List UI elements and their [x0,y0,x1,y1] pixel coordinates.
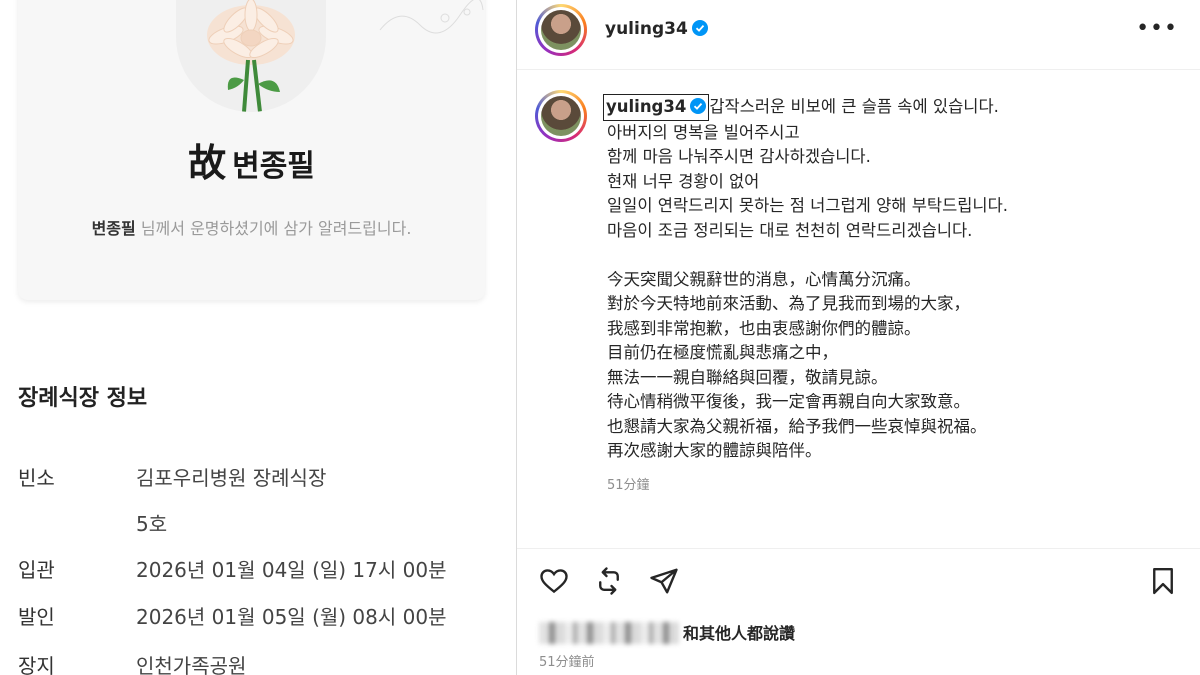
caption-line: 無法一一親自聯絡與回覆，敬請見諒。 [607,367,888,387]
deceased-name-text: 변종필 [232,149,315,184]
info-value: 인천가족공원 [136,654,247,675]
caption-avatar[interactable] [535,90,587,142]
avatar[interactable] [535,4,587,56]
caption-line: 我感到非常抱歉，也由衷感謝你們的體諒。 [607,318,921,338]
blurred-likers [539,622,679,644]
repost-icon[interactable] [594,566,624,596]
funeral-info-title: 장례식장 정보 [18,386,148,411]
obituary-page: 故 변종필 변종필 님께서 운명하셨기에 삼가 알려드립니다. 장례식장 정보 빈… [0,0,516,675]
caption-line: 也懇請大家為父親祈福，給予我們一些哀悼與祝福。 [607,416,987,436]
caption-line: 再次感謝大家的體諒與陪伴。 [607,441,822,460]
more-options-button[interactable]: ••• [1136,16,1178,41]
obituary-card: 故 변종필 변종필 님께서 운명하셨기에 삼가 알려드립니다. [18,0,485,300]
info-label: 발인 [18,605,55,629]
username-text[interactable]: yuling34 [605,19,688,39]
caption-line: 일일이 연락드리지 못하는 점 너그럽게 양해 부탁드립니다. [607,196,1009,215]
caption-line: 對於今天特地前來活動、為了見我而到場的大家， [607,294,970,313]
post-header: yuling34 ••• [517,0,1200,70]
verified-badge-icon [690,98,707,114]
likes-summary[interactable]: 和其他人都說讚 [539,620,795,644]
likes-text[interactable]: 和其他人都說讚 [683,624,795,643]
caption-line: 현재 너무 경황이 없어 [607,171,760,191]
instagram-post: yuling34 ••• yuling34 갑작스러운 비보에 큰 슬픔 속에 있… [516,0,1200,675]
info-label: 장지 [18,654,55,675]
info-value: 김포우리병원 장례식장 [136,466,327,490]
caption-line: 마음이 조금 정리되는 대로 천천히 연락드리겠습니다. [607,220,973,240]
info-value: 5호 [136,512,168,536]
caption-username[interactable]: yuling34 [603,94,710,121]
share-icon[interactable] [649,566,679,596]
post-author[interactable]: yuling34 [605,19,708,39]
info-label: 입관 [18,558,55,582]
obituary-notice: 변종필 님께서 운명하셨기에 삼가 알려드립니다. [18,215,485,239]
notice-name: 변종필 [91,219,136,238]
caption-text: 갑작스러운 비보에 큰 슬픔 속에 있습니다. [709,97,999,116]
caption-first-line: yuling34 갑작스러운 비보에 큰 슬픔 속에 있습니다. [603,94,1187,121]
verified-badge-icon [691,20,708,36]
post-caption: yuling34 갑작스러운 비보에 큰 슬픔 속에 있습니다. 아버지의 명복을… [603,94,1187,464]
info-label: 빈소 [18,466,55,490]
caption-line: 待心情稍微平復後，我一定會再親自向大家致意。 [607,392,970,411]
action-bar [517,548,1200,610]
deceased-name: 故 변종필 [18,132,485,187]
info-value: 2026년 01월 05일 (월) 08시 00분 [136,605,447,629]
info-value: 2026년 01월 04일 (일) 17시 00분 [136,558,447,582]
notice-text: 님께서 운명하셨기에 삼가 알려드립니다. [135,219,412,238]
deceased-hanja: 故 [188,140,227,185]
caption-line: 함께 마음 나눠주시면 감사하겠습니다. [607,147,871,166]
caption-line: 目前仍在極度慌亂與悲痛之中， [607,343,838,362]
caption-line: 아버지의 명복을 빌어주시고 [607,122,800,142]
caption-timestamp[interactable]: 51分鐘 [607,474,650,493]
post-timestamp[interactable]: 51分鐘前 [539,651,595,670]
chrysanthemum-image [176,0,326,112]
floral-decoration [379,0,484,34]
bookmark-icon[interactable] [1148,566,1178,596]
caption-username-text[interactable]: yuling34 [606,97,686,116]
caption-line: 今天突聞父親辭世的消息，心情萬分沉痛。 [607,269,921,289]
heart-icon[interactable] [539,566,569,596]
